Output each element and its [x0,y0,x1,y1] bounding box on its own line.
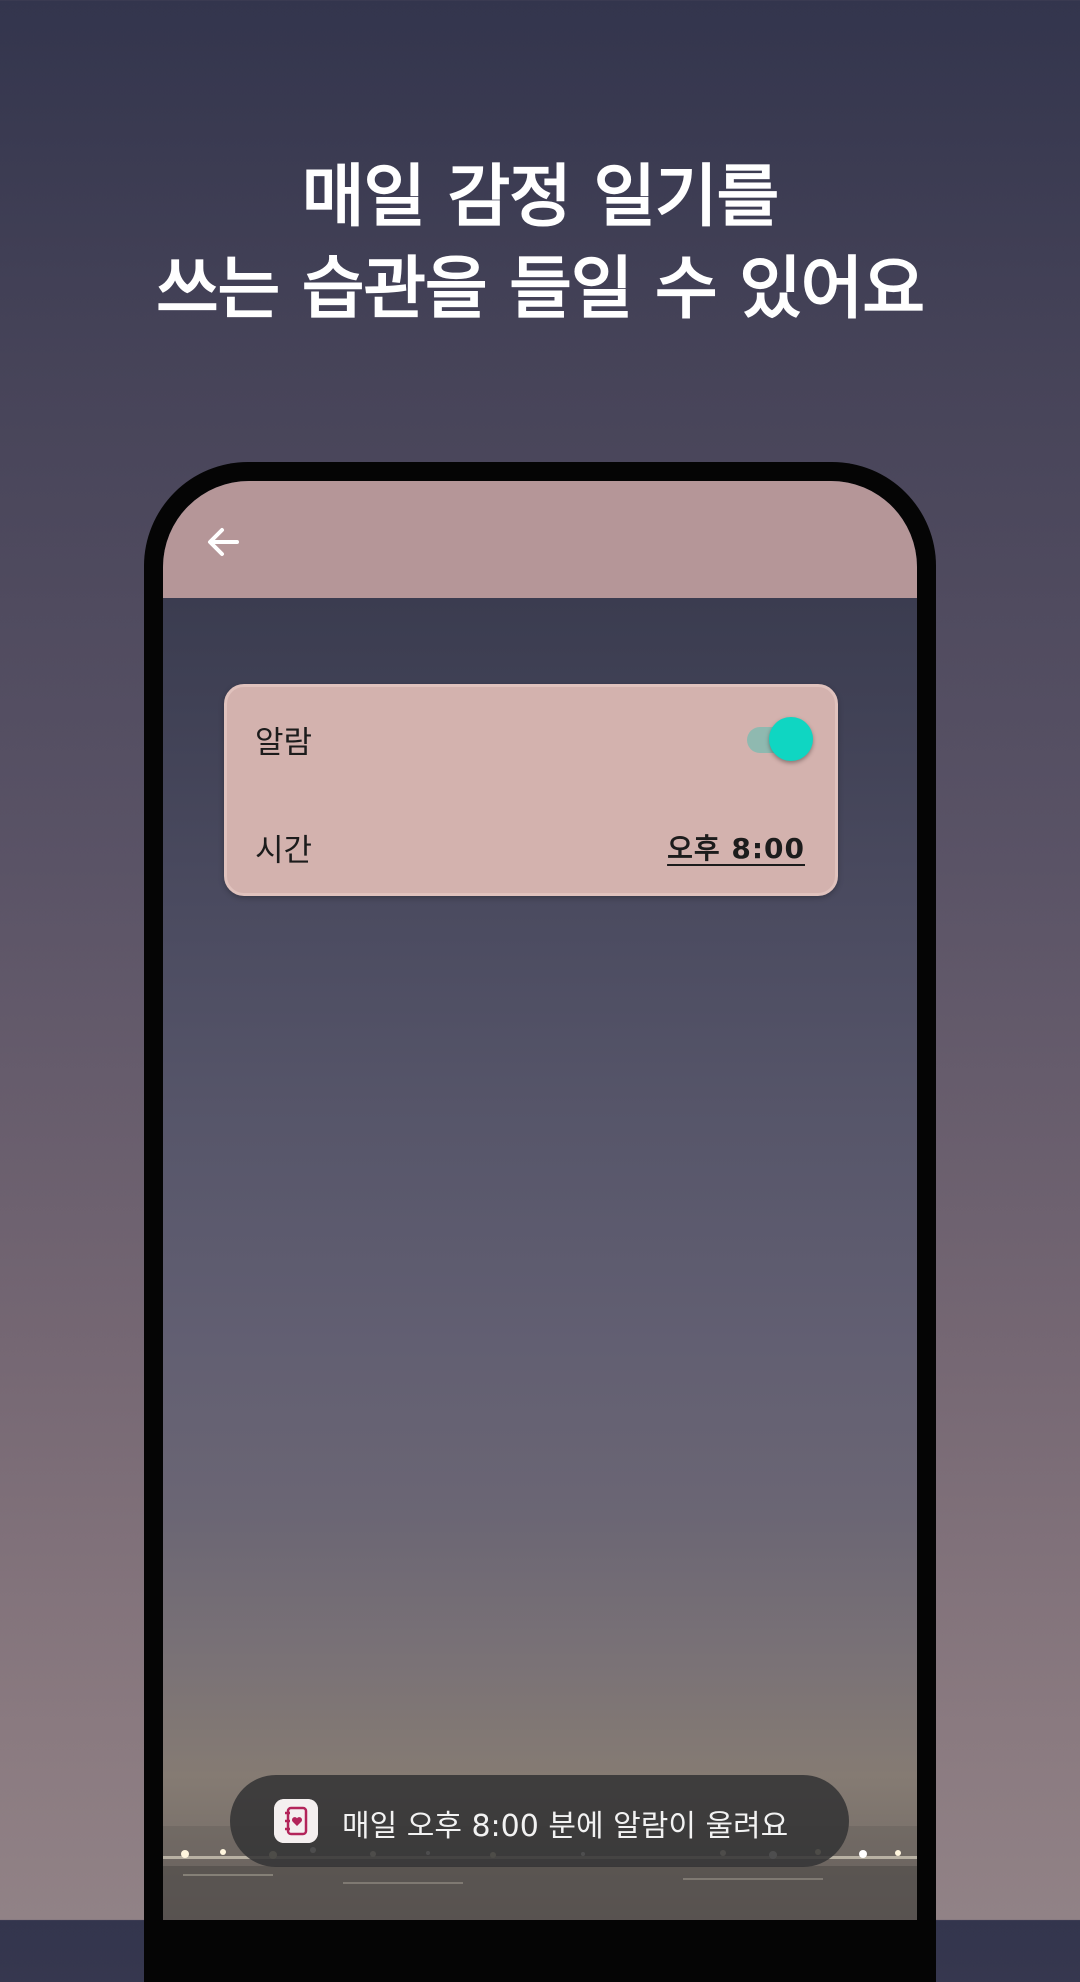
time-picker-value[interactable]: 오후 8:00 [667,827,805,867]
arrow-left-icon[interactable] [201,519,247,565]
time-label: 시간 [255,833,313,869]
app-bar [163,481,917,598]
alarm-toast: 매일 오후 8:00 분에 알람이 울려요 [230,1775,849,1867]
headline-line-1: 매일 감정 일기를 [301,158,779,237]
alarm-settings-card: 알람 시간 오후 8:00 [224,684,838,896]
toggle-thumb [769,717,813,761]
toast-message: 매일 오후 8:00 분에 알람이 울려요 [342,1809,789,1844]
promo-headline: 매일 감정 일기를 쓰는 습관을 들일 수 있어요 [0,152,1080,336]
alarm-toggle[interactable] [739,715,813,763]
alarm-label: 알람 [255,725,313,761]
phone-screen: 알람 시간 오후 8:00 [163,481,917,1920]
headline-line-2: 쓰는 습관을 들일 수 있어요 [156,250,925,329]
diary-heart-icon [274,1799,318,1843]
